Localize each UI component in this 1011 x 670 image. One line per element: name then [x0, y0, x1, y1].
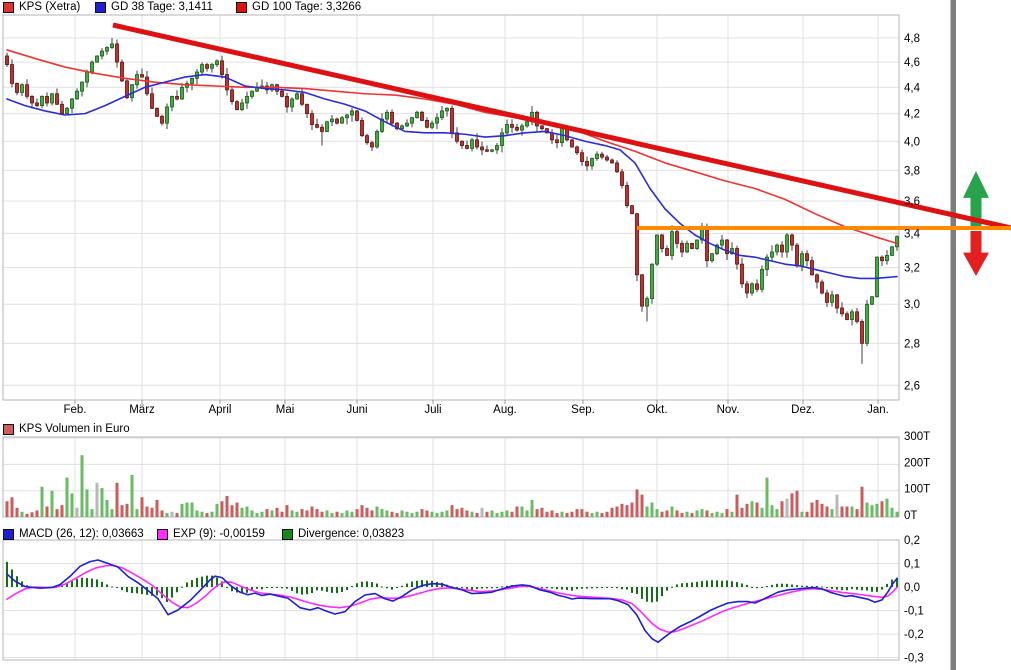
exp-swatch-icon: [157, 529, 168, 540]
right-divider-bar: [951, 0, 957, 670]
svg-text:100T: 100T: [904, 484, 930, 496]
svg-text:0,1: 0,1: [904, 559, 920, 571]
svg-text:Dez.: Dez.: [791, 404, 815, 416]
divergence-value-label: Divergence: 0,03823: [298, 528, 404, 541]
svg-text:Nov.: Nov.: [717, 404, 740, 416]
svg-text:0,0: 0,0: [904, 582, 920, 594]
svg-text:Okt.: Okt.: [646, 404, 667, 416]
svg-text:Juli: Juli: [424, 404, 441, 416]
svg-text:Sep.: Sep.: [571, 404, 595, 416]
svg-text:Aug.: Aug.: [493, 404, 517, 416]
kps-series-swatch-icon: [3, 2, 14, 13]
svg-text:4,2: 4,2: [904, 109, 920, 121]
exp-value-label: EXP (9): -0,00159: [173, 528, 265, 541]
volume-legend: KPS Volumen in Euro: [0, 423, 1011, 436]
gd100-swatch-icon: [236, 2, 247, 13]
svg-text:Mai: Mai: [276, 404, 295, 416]
svg-text:Juni: Juni: [346, 404, 367, 416]
svg-text:3,6: 3,6: [904, 196, 920, 208]
legend-item-exp: EXP (9): -0,00159: [157, 528, 265, 541]
macd-legend: MACD (26, 12): 0,03663 EXP (9): -0,00159…: [0, 528, 1011, 541]
volume-series-swatch-icon: [3, 424, 14, 435]
svg-text:2,6: 2,6: [904, 380, 920, 392]
svg-text:4,6: 4,6: [904, 57, 920, 69]
svg-text:200T: 200T: [904, 457, 930, 469]
svg-text:-0,3: -0,3: [904, 653, 924, 665]
gd38-label: GD 38 Tage: 3,1411: [111, 1, 213, 14]
legend-item-gd38: GD 38 Tage: 3,1411: [95, 1, 213, 14]
svg-text:0T: 0T: [904, 510, 917, 522]
svg-text:März: März: [129, 404, 155, 416]
svg-text:4,4: 4,4: [904, 82, 921, 94]
svg-text:3,0: 3,0: [904, 299, 920, 311]
macd-swatch-icon: [3, 529, 14, 540]
legend-item-kps: KPS (Xetra): [3, 1, 80, 14]
legend-item-macd: MACD (26, 12): 0,03663: [3, 528, 144, 541]
svg-text:2,8: 2,8: [904, 338, 920, 350]
kps-chart-page: 4,84,64,44,24,03,83,63,43,23,02,82,6300T…: [0, 0, 1011, 670]
svg-text:3,2: 3,2: [904, 263, 920, 275]
gd38-swatch-icon: [95, 2, 106, 13]
chart-canvas: 4,84,64,44,24,03,83,63,43,23,02,82,6300T…: [0, 0, 1011, 670]
svg-text:3,4: 3,4: [904, 228, 921, 240]
svg-text:4,0: 4,0: [904, 136, 920, 148]
divergence-swatch-icon: [282, 529, 293, 540]
legend-item-divergence: Divergence: 0,03823: [282, 528, 404, 541]
price-legend: KPS (Xetra) GD 38 Tage: 3,1411 GD 100 Ta…: [0, 1, 1011, 14]
svg-text:Feb.: Feb.: [63, 404, 86, 416]
svg-text:-0,2: -0,2: [904, 629, 924, 641]
volume-series-label: KPS Volumen in Euro: [19, 423, 130, 436]
svg-text:3,8: 3,8: [904, 165, 920, 177]
legend-item-gd100: GD 100 Tage: 3,3266: [236, 1, 361, 14]
svg-text:April: April: [208, 404, 231, 416]
legend-item-volume: KPS Volumen in Euro: [3, 423, 130, 436]
macd-value-label: MACD (26, 12): 0,03663: [19, 528, 144, 541]
svg-text:4,8: 4,8: [904, 33, 920, 45]
kps-chart-svg: 4,84,64,44,24,03,83,63,43,23,02,82,6300T…: [0, 0, 1011, 670]
svg-text:Jan.: Jan.: [867, 404, 889, 416]
gd100-label: GD 100 Tage: 3,3266: [252, 1, 361, 14]
kps-series-label: KPS (Xetra): [19, 1, 80, 14]
svg-text:-0,1: -0,1: [904, 606, 924, 618]
